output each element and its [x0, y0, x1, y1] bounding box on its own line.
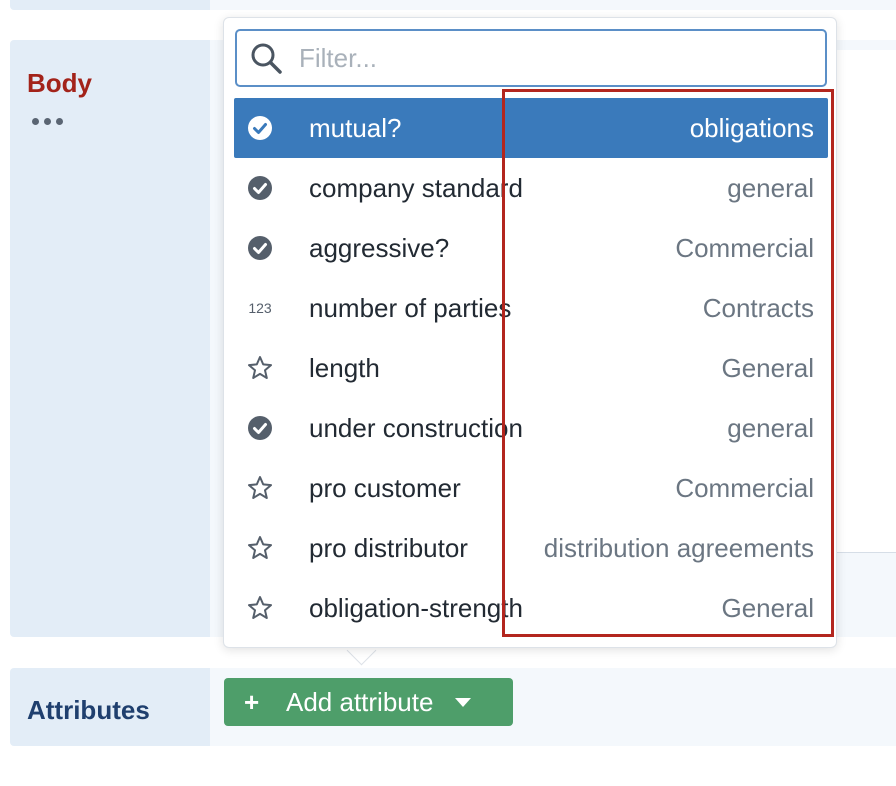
number-icon-label: 123 — [248, 300, 272, 316]
previous-section-content — [210, 0, 896, 10]
caret-down-icon — [455, 697, 472, 707]
attribute-option-row[interactable]: company standard general — [234, 158, 828, 218]
attribute-option-name: mutual? — [309, 112, 402, 143]
attribute-option-row[interactable]: pro distributor distribution agreements — [234, 518, 828, 578]
attributes-section-label: Attributes — [27, 695, 150, 725]
attribute-option-row[interactable]: 123 number of parties Contracts — [234, 278, 828, 338]
attribute-option-row[interactable]: under construction general — [234, 398, 828, 458]
attribute-option-name: number of parties — [309, 292, 512, 323]
attribute-option-category: obligations — [689, 112, 814, 143]
attribute-option-name: under construction — [309, 412, 523, 443]
attribute-option-category: distribution agreements — [543, 532, 814, 563]
attribute-option-category: General — [721, 592, 815, 623]
attribute-option-name: obligation-strength — [309, 592, 523, 623]
body-section-label: Body — [27, 68, 92, 98]
attribute-option-name: pro distributor — [309, 532, 468, 563]
add-attribute-button[interactable]: + Add attribute — [224, 678, 513, 726]
number-icon: 123 — [247, 295, 273, 321]
attribute-option-category: general — [727, 172, 814, 203]
attribute-option-name: company standard — [309, 172, 523, 203]
attribute-option-row[interactable]: aggressive? Commercial — [234, 218, 828, 278]
attribute-option-name: aggressive? — [309, 232, 450, 263]
attribute-option-category: General — [721, 352, 815, 383]
add-attribute-label: Add attribute — [286, 686, 434, 717]
search-icon — [251, 43, 282, 74]
attribute-option-row[interactable]: mutual? obligations — [234, 98, 828, 158]
attribute-option-category: Contracts — [702, 292, 814, 323]
attribute-option-name: length — [309, 352, 380, 383]
attribute-option-name: pro customer — [309, 472, 461, 503]
star-icon — [247, 355, 273, 381]
check-circle-icon — [247, 175, 273, 201]
attribute-option-category: Commercial — [675, 472, 814, 503]
check-circle-icon — [247, 235, 273, 261]
star-icon — [247, 595, 273, 621]
more-options-icon[interactable] — [32, 118, 63, 125]
attribute-option-row[interactable]: pro customer Commercial — [234, 458, 828, 518]
filter-field[interactable] — [235, 29, 827, 87]
filter-input[interactable] — [297, 41, 801, 75]
check-circle-icon — [247, 115, 273, 141]
star-icon — [247, 475, 273, 501]
attribute-list: mutual? obligations company standard genera… — [234, 98, 828, 638]
attribute-option-category: general — [727, 412, 814, 443]
check-circle-icon — [247, 415, 273, 441]
attribute-option-row[interactable]: obligation-strength General — [234, 578, 828, 638]
attribute-option-category: Commercial — [675, 232, 814, 263]
star-icon — [247, 535, 273, 561]
attribute-option-row[interactable]: length General — [234, 338, 828, 398]
attribute-picker-popover: mutual? obligations company standard genera… — [223, 17, 837, 648]
plus-icon: + — [244, 687, 260, 717]
